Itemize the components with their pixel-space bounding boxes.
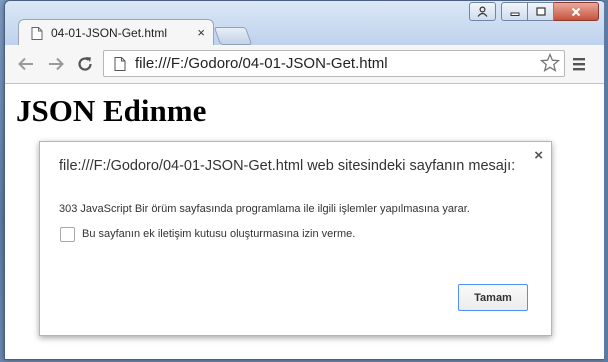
dialog-overlay: file:///F:/Godoro/04-01-JSON-Get.html we… <box>5 84 605 359</box>
close-icon[interactable] <box>554 2 599 21</box>
dialog-message: 303 JavaScript Bir örüm sayfasında progr… <box>59 203 470 215</box>
tab-close-button[interactable]: × <box>197 25 205 40</box>
address-bar[interactable]: file:///F:/Godoro/04-01-JSON-Get.html <box>103 50 565 77</box>
page-icon <box>114 57 126 71</box>
user-icon[interactable] <box>469 2 496 21</box>
suppress-dialogs-label[interactable]: Bu sayfanın ek iletişim kutusu oluşturma… <box>82 228 355 240</box>
tab-active[interactable]: 04-01-JSON-Get.html × <box>18 19 214 46</box>
browser-toolbar: file:///F:/Godoro/04-01-JSON-Get.html <box>5 45 605 84</box>
forward-arrow-icon[interactable] <box>45 53 67 75</box>
window-controls <box>469 2 599 21</box>
alert-dialog: file:///F:/Godoro/04-01-JSON-Get.html we… <box>39 141 552 336</box>
url-text[interactable]: file:///F:/Godoro/04-01-JSON-Get.html <box>135 55 388 72</box>
back-arrow-icon[interactable] <box>15 53 37 75</box>
new-tab-button[interactable] <box>213 27 253 45</box>
minimize-icon[interactable] <box>501 2 528 21</box>
star-icon[interactable] <box>540 53 560 73</box>
dialog-close-button[interactable]: × <box>534 147 543 164</box>
tab-title: 04-01-JSON-Get.html <box>51 26 168 40</box>
page-icon <box>31 27 43 40</box>
hamburger-menu-icon[interactable] <box>571 56 587 72</box>
desktop-edge <box>604 0 608 362</box>
title-bar: 04-01-JSON-Get.html × <box>5 1 605 46</box>
maximize-icon[interactable] <box>528 2 554 21</box>
dialog-title: file:///F:/Godoro/04-01-JSON-Get.html we… <box>59 158 516 174</box>
ok-button[interactable]: Tamam <box>458 284 528 311</box>
browser-window: 04-01-JSON-Get.html × file:///F:/Godoro/… <box>4 0 606 360</box>
page-content: JSON Edinme file:///F:/Godoro/04-01-JSON… <box>5 84 605 359</box>
suppress-dialogs-checkbox[interactable] <box>60 227 75 242</box>
reload-icon[interactable] <box>74 53 96 75</box>
